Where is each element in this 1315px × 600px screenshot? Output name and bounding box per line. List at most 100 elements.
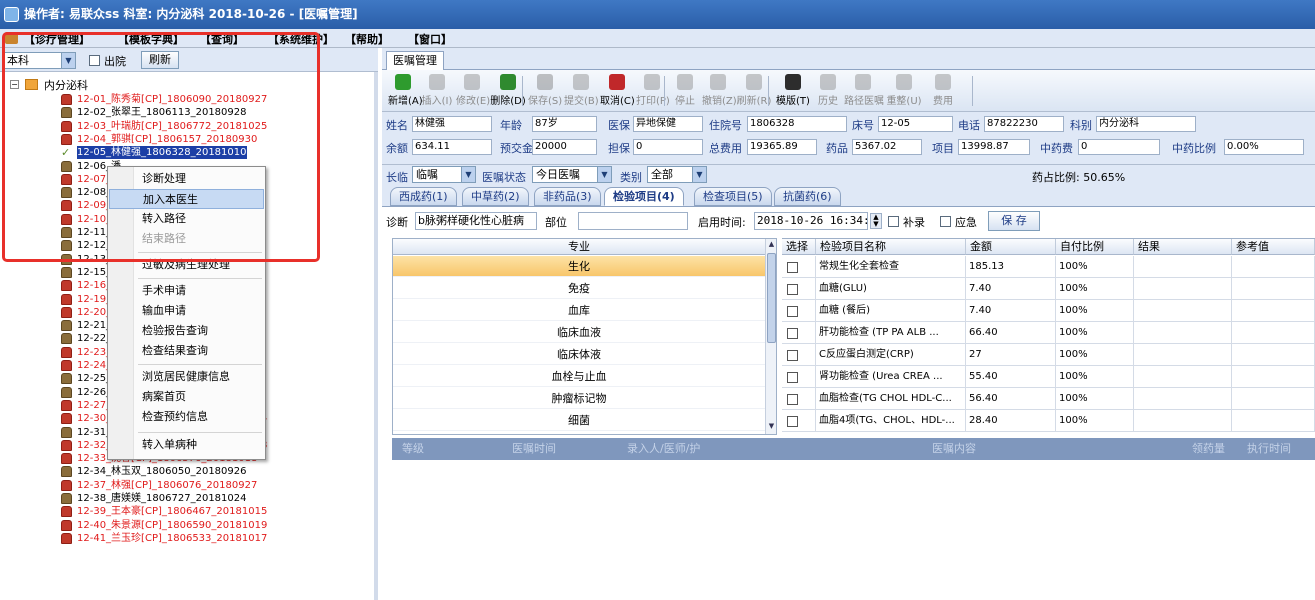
- toolbar-button[interactable]: 取消(C): [600, 74, 635, 110]
- specialty-scrollbar[interactable]: ▲ ▼: [765, 239, 776, 434]
- dept-select[interactable]: 本科 ▼: [3, 52, 76, 69]
- menu-help[interactable]: 【帮助】: [345, 31, 389, 47]
- row-checkbox[interactable]: [787, 372, 798, 383]
- category-tab[interactable]: 西成药(1): [390, 187, 457, 206]
- table-row[interactable]: 血糖 (餐后) 7.40 100%: [782, 300, 1315, 322]
- table-row[interactable]: C反应蛋白测定(CRP) 27 100%: [782, 344, 1315, 366]
- start-time-field[interactable]: 2018-10-26 16:34:47: [754, 212, 868, 230]
- row-checkbox[interactable]: [787, 416, 798, 427]
- toolbar-button[interactable]: 模版(T): [774, 74, 812, 110]
- row-checkbox[interactable]: [787, 328, 798, 339]
- row-checkbox[interactable]: [787, 394, 798, 405]
- table-row[interactable]: 血糖(GLU) 7.40 100%: [782, 278, 1315, 300]
- context-menu-item[interactable]: 病案首页: [109, 387, 264, 407]
- order-type-select[interactable]: 临嘱 ▼: [412, 166, 476, 183]
- context-menu-item[interactable]: 检验报告查询: [109, 321, 264, 341]
- category-tab[interactable]: 非药品(3): [534, 187, 601, 206]
- specialty-row[interactable]: 细菌: [393, 410, 765, 431]
- diagnosis-field[interactable]: b脉粥样硬化性心脏病: [415, 212, 537, 230]
- toolbar-button[interactable]: 插入(I): [420, 74, 454, 110]
- part-field[interactable]: [578, 212, 688, 230]
- table-row[interactable]: 血脂4项(TG、CHOL、HDL-... 28.40 100%: [782, 410, 1315, 432]
- toolbar-button[interactable]: 路径医嘱: [844, 74, 884, 110]
- row-checkbox[interactable]: [787, 262, 798, 273]
- time-spinner-icon[interactable]: ▲ ▼: [870, 213, 882, 229]
- context-menu-item[interactable]: 检查预约信息: [109, 407, 264, 427]
- toolbar-button[interactable]: 新增(A): [388, 74, 423, 110]
- category-tab[interactable]: 抗菌药(6): [774, 187, 841, 206]
- toolbar-button[interactable]: 停止: [670, 74, 700, 110]
- row-checkbox[interactable]: [787, 284, 798, 295]
- patient-row[interactable]: 12-02_张翠王_1806113_20180928: [0, 106, 370, 119]
- emergency-checkbox[interactable]: [940, 216, 951, 227]
- menu-system[interactable]: 【系统维护】: [268, 31, 334, 47]
- toolbar-button[interactable]: 费用: [928, 74, 958, 110]
- chevron-down-icon[interactable]: ▼: [692, 167, 706, 182]
- context-menu-item[interactable]: 手术申请: [109, 281, 264, 301]
- patient-row[interactable]: 12-40_朱景源[CP]_1806590_20181019: [0, 519, 370, 532]
- context-menu-item[interactable]: 加入本医生: [109, 189, 264, 209]
- category-tab[interactable]: 检验项目(4): [604, 187, 684, 206]
- context-menu-item[interactable]: 输血申请: [109, 301, 264, 321]
- context-menu-item[interactable]: 诊断处理: [109, 169, 264, 189]
- patient-row[interactable]: 12-38_唐媄媄_1806727_20181024: [0, 492, 370, 505]
- scroll-up-icon[interactable]: ▲: [767, 240, 776, 250]
- context-menu-item[interactable]: 过敏及病生理处理: [109, 255, 264, 275]
- table-row[interactable]: 肾功能检查 (Urea CREA ... 55.40 100%: [782, 366, 1315, 388]
- toolbar-button[interactable]: 删除(D): [490, 74, 526, 110]
- chevron-down-icon[interactable]: ▼: [597, 167, 611, 182]
- patient-row[interactable]: 12-04_郭骐[CP]_1806157_20180930: [0, 133, 370, 146]
- specialty-row[interactable]: 血库: [393, 300, 765, 321]
- tree-collapse-icon[interactable]: −: [10, 80, 19, 89]
- table-row[interactable]: 肝功能检查 (TP PA ALB ... 66.40 100%: [782, 322, 1315, 344]
- patient-row[interactable]: 12-37_林强[CP]_1806076_20180927: [0, 479, 370, 492]
- toolbar-button[interactable]: 重整(U): [884, 74, 924, 110]
- menu-templates[interactable]: 【模板字典】: [118, 31, 184, 47]
- context-menu-item[interactable]: 检查结果查询: [109, 341, 264, 361]
- chevron-down-icon[interactable]: ▼: [61, 53, 75, 68]
- patient-row[interactable]: 12-39_王本豪[CP]_1806467_20181015: [0, 505, 370, 518]
- row-checkbox[interactable]: [787, 306, 798, 317]
- menu-query[interactable]: 【查询】: [200, 31, 244, 47]
- supplement-checkbox[interactable]: [888, 216, 899, 227]
- chevron-down-icon[interactable]: ▼: [461, 167, 475, 182]
- context-menu-item[interactable]: 结束路径: [109, 229, 264, 249]
- order-status-select[interactable]: 今日医嘱 ▼: [532, 166, 612, 183]
- category-tab[interactable]: 检查项目(5): [694, 187, 772, 206]
- specialty-row[interactable]: 临床血液: [393, 322, 765, 343]
- table-row[interactable]: 常规生化全套检查 185.13 100%: [782, 256, 1315, 278]
- patient-row[interactable]: 12-34_林玉双_1806050_20180926: [0, 465, 370, 478]
- toolbar-button[interactable]: 撤销(Z): [702, 74, 737, 110]
- specialty-row[interactable]: 临床体液: [393, 344, 765, 365]
- category-tab[interactable]: 中草药(2): [462, 187, 529, 206]
- tab-order-management[interactable]: 医嘱管理: [386, 51, 444, 70]
- refresh-button[interactable]: 刷新: [141, 51, 179, 69]
- save-button[interactable]: 保 存: [988, 211, 1040, 231]
- specialty-row[interactable]: 外送检验项目: [393, 432, 765, 434]
- specialty-row[interactable]: 生化: [393, 256, 765, 277]
- specialty-row[interactable]: 血栓与止血: [393, 366, 765, 387]
- toolbar-button[interactable]: 历史: [814, 74, 842, 110]
- scroll-down-icon[interactable]: ▼: [767, 422, 776, 432]
- tree-root-label[interactable]: 内分泌科: [44, 77, 88, 93]
- patient-row[interactable]: 12-41_兰玉珍[CP]_1806533_20181017: [0, 532, 370, 545]
- patient-row[interactable]: 12-01_陈秀菊[CP]_1806090_20180927: [0, 93, 370, 106]
- specialty-row[interactable]: 免疫: [393, 278, 765, 299]
- context-menu-item[interactable]: 转入路径: [109, 209, 264, 229]
- table-row[interactable]: 血脂检查(TG CHOL HDL-C... 56.40 100%: [782, 388, 1315, 410]
- scrollbar-thumb[interactable]: [767, 253, 776, 343]
- toolbar-button[interactable]: 保存(S): [528, 74, 562, 110]
- toolbar-button[interactable]: 提交(B): [564, 74, 599, 110]
- patient-row[interactable]: 12-03_叶瑞肪[CP]_1806772_20181025: [0, 120, 370, 133]
- specialty-row[interactable]: 肿瘤标记物: [393, 388, 765, 409]
- row-checkbox[interactable]: [787, 350, 798, 361]
- discharged-checkbox[interactable]: [89, 55, 100, 66]
- menu-diagnosis[interactable]: 【诊疗管理】: [24, 31, 90, 47]
- toolbar-button[interactable]: 修改(E): [456, 74, 490, 110]
- menu-window[interactable]: 【窗口】: [408, 31, 452, 47]
- context-menu-item[interactable]: 浏览居民健康信息: [109, 367, 264, 387]
- toolbar-button[interactable]: 刷新(R): [736, 74, 772, 110]
- patient-row[interactable]: ✓ 12-05_林健强_1806328_20181010: [0, 146, 370, 160]
- category-select[interactable]: 全部 ▼: [647, 166, 707, 183]
- context-menu-item[interactable]: 转入单病种: [109, 435, 264, 455]
